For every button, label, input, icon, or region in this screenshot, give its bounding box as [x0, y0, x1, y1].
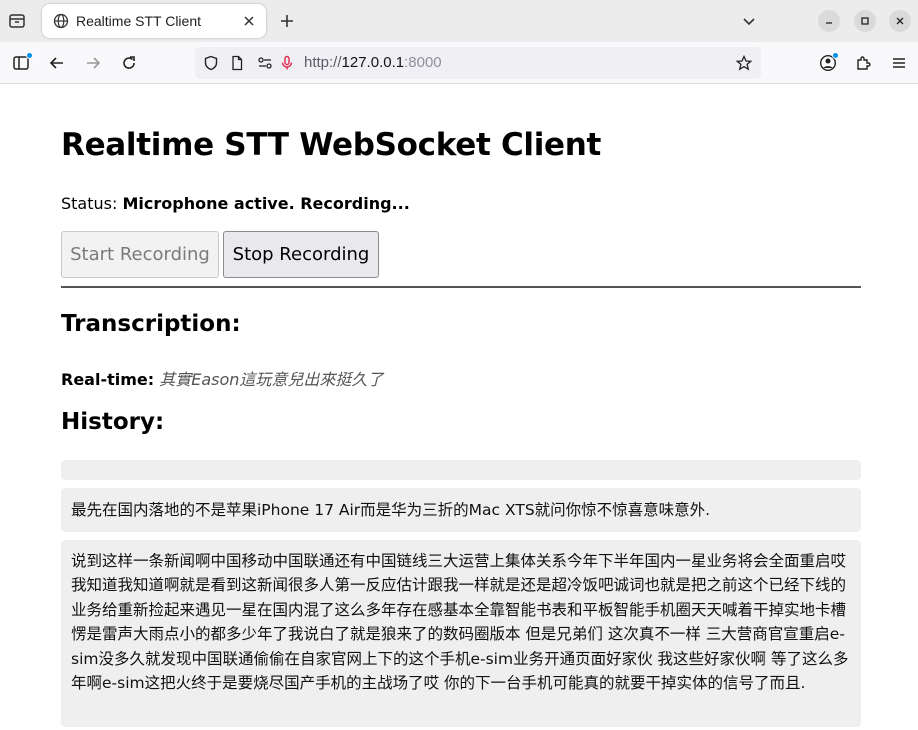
page-icon[interactable] [229, 55, 245, 71]
transcription-heading: Transcription: [61, 311, 241, 337]
maximize-button[interactable] [854, 10, 876, 32]
back-button[interactable] [42, 48, 72, 78]
history-item [61, 460, 861, 480]
account-button[interactable] [813, 48, 843, 78]
minimize-button[interactable] [818, 10, 840, 32]
navigation-toolbar: http://127.0.0.1:8000 [0, 42, 918, 84]
history-item: 说到这样一条新闻啊中国移动中国联通还有中国链线三大运营上集体关系今年下半年国内一… [61, 540, 861, 727]
maximize-icon [861, 17, 869, 25]
tab-title: Realtime STT Client [76, 13, 202, 29]
status-label: Status: [61, 194, 118, 213]
address-bar[interactable]: http://127.0.0.1:8000 [195, 47, 761, 79]
realtime-label: Real-time: [61, 370, 155, 389]
tab-realtime-stt-client[interactable]: Realtime STT Client [42, 4, 266, 38]
notification-dot [832, 52, 839, 59]
plus-icon [281, 15, 293, 27]
realtime-line: Real-time: 其實Eason這玩意兒出來挺久了 [61, 366, 383, 390]
list-all-tabs-button[interactable] [2, 6, 32, 36]
permissions-icon[interactable] [257, 55, 273, 71]
tab-list-icon [9, 14, 25, 28]
url-host: 127.0.0.1 [341, 54, 405, 71]
puzzle-icon [857, 56, 871, 70]
bookmark-star-icon[interactable] [736, 55, 752, 71]
reload-button[interactable] [114, 48, 144, 78]
chevron-down-icon [743, 18, 755, 26]
status-line: Status: Microphone active. Recording... [61, 194, 410, 213]
globe-icon [53, 13, 69, 29]
minimize-icon [826, 22, 832, 24]
url-port: :8000 [404, 54, 442, 71]
shield-icon[interactable] [203, 55, 219, 71]
new-tab-button[interactable] [272, 6, 302, 36]
page-content: Realtime STT WebSocket Client Status: Mi… [0, 85, 918, 730]
sidebar-button[interactable] [6, 48, 36, 78]
notification-dot [26, 52, 33, 59]
close-window-button[interactable] [889, 10, 911, 32]
history-item: 最先在国内落地的不是苹果iPhone 17 Air而是华为三折的Mac XTS就… [61, 488, 861, 532]
close-tab-icon[interactable] [240, 12, 258, 30]
microphone-icon[interactable] [279, 55, 295, 71]
menu-button[interactable] [884, 48, 914, 78]
arrow-right-icon [87, 57, 101, 69]
url-scheme: http:// [304, 54, 342, 71]
tab-bar: Realtime STT Client [0, 0, 918, 42]
history-heading: History: [61, 409, 165, 435]
realtime-text: 其實Eason這玩意兒出來挺久了 [159, 370, 384, 389]
arrow-left-icon [49, 57, 63, 69]
stop-recording-button[interactable]: Stop Recording [223, 231, 379, 278]
reload-icon [123, 56, 135, 69]
hamburger-menu-icon [893, 58, 905, 68]
extensions-button[interactable] [849, 48, 879, 78]
url-text[interactable]: http://127.0.0.1:8000 [304, 54, 442, 71]
page-title: Realtime STT WebSocket Client [61, 127, 602, 163]
close-icon [896, 17, 904, 25]
forward-button[interactable] [78, 48, 108, 78]
tab-overflow-button[interactable] [734, 6, 764, 36]
divider [61, 286, 861, 288]
start-recording-button[interactable]: Start Recording [61, 231, 219, 278]
status-text: Microphone active. Recording... [122, 194, 410, 213]
